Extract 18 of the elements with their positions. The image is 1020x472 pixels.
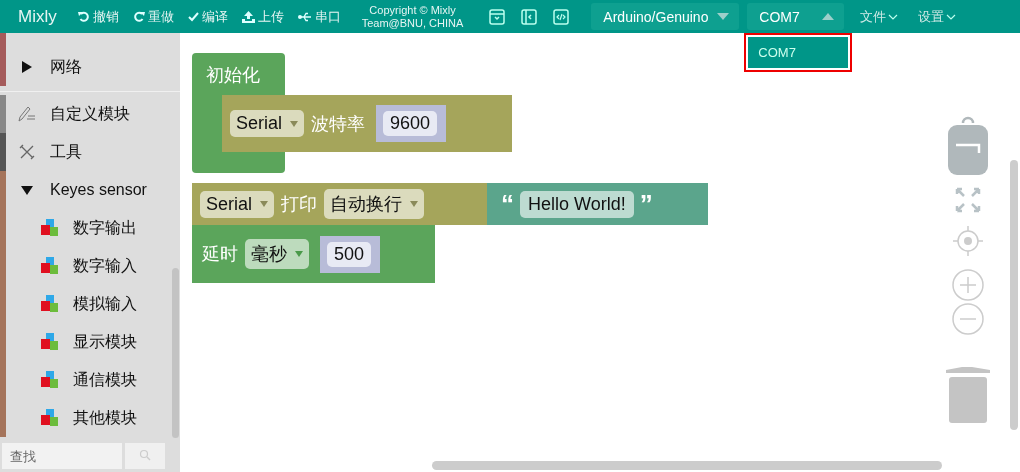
category-label: 其他模块 (73, 407, 137, 428)
category-label: 工具 (50, 141, 82, 162)
block-label: 打印 (281, 193, 318, 216)
block-label: 初始化 (206, 64, 260, 87)
category-label: 模拟输入 (73, 293, 137, 314)
block-label: 波特率 (311, 112, 366, 136)
category-label: 显示模块 (73, 331, 137, 352)
block-label: 延时 (202, 243, 238, 266)
app-logo: Mixly (18, 6, 57, 27)
copyright-text: Copyright © Mixly Team@BNU, CHINA (361, 3, 464, 30)
category-label: 网络 (50, 56, 82, 77)
category-label: 通信模块 (73, 369, 137, 390)
category-label: Keyes sensor (50, 181, 147, 199)
quote-mark: ” (639, 188, 653, 220)
quote-mark: “ (501, 188, 514, 220)
category-label: 数字输出 (73, 217, 137, 238)
category-label: 数字输入 (73, 255, 137, 276)
category-label: 自定义模块 (50, 103, 130, 124)
